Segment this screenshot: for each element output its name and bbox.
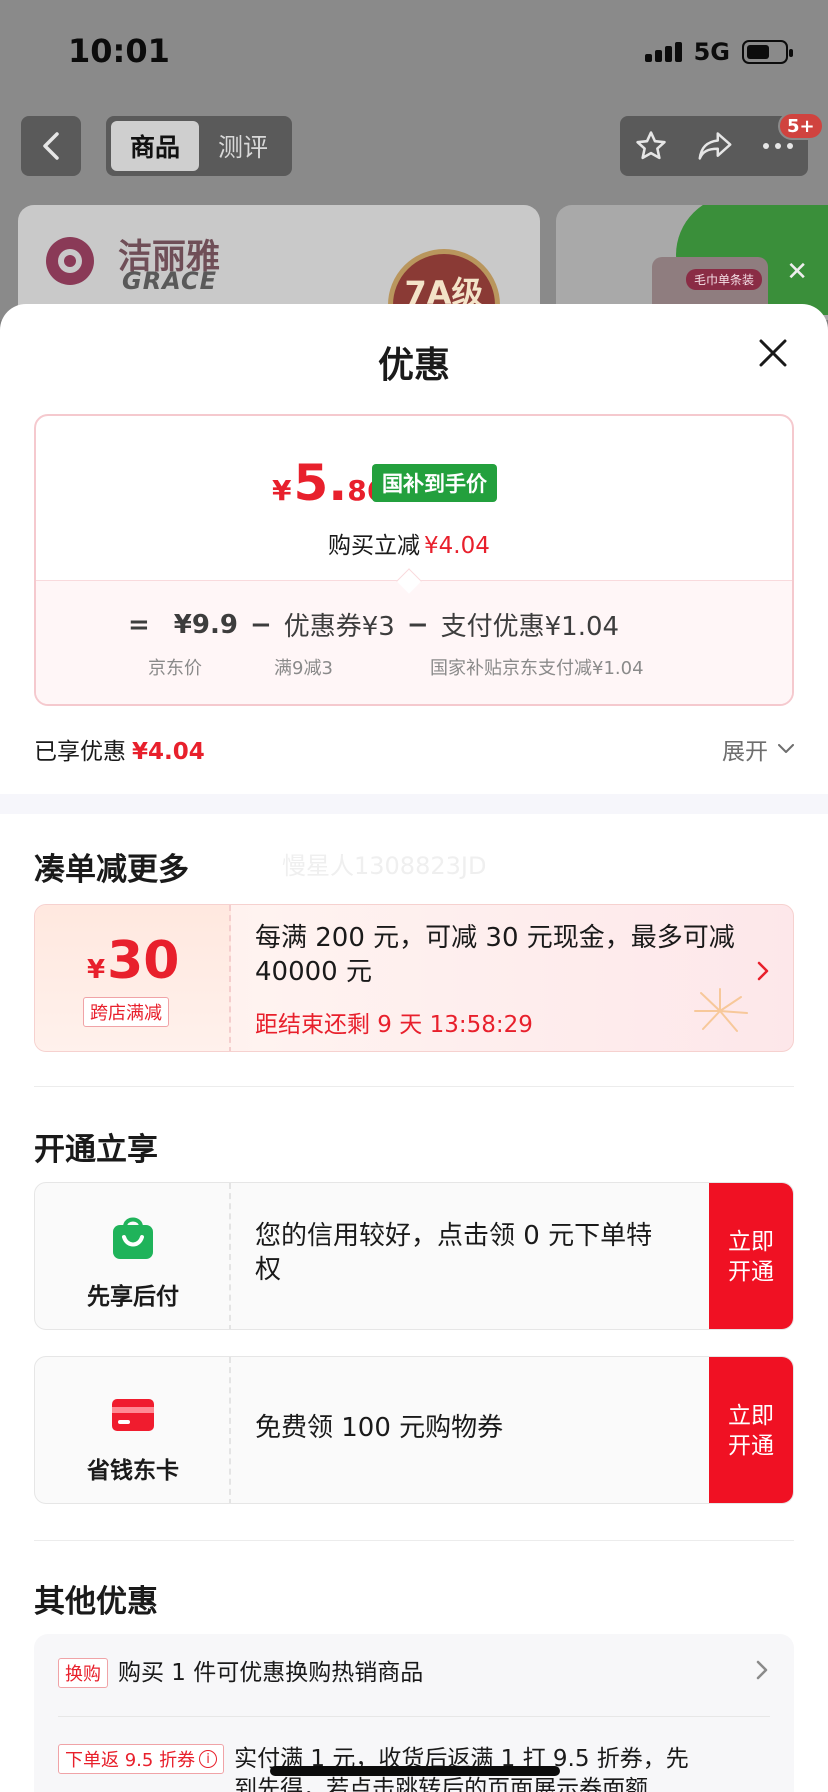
gov-subsidy-tag: 国补到手价: [372, 464, 497, 502]
offer-tag: 换购: [58, 1658, 108, 1688]
home-indicator: [270, 1766, 560, 1776]
floating-product-tag: 毛巾单条装: [686, 269, 763, 290]
coupon-value: 30: [107, 931, 180, 991]
benefit-card-pay-later[interactable]: 先享后付 您的信用较好，点击领 0 元下单特权 立即开通: [34, 1182, 794, 1330]
product-banner: 洁丽雅 GRACE 7A级: [18, 205, 540, 320]
watermark: 慢星人1308823JD: [282, 852, 487, 880]
base-price-label: 京东价: [148, 658, 202, 679]
sparkle-decoration-icon: [694, 988, 748, 1032]
coupon-amount: ¥ 30: [87, 931, 179, 991]
enjoyed-value: ¥4.04: [132, 739, 205, 765]
status-time: 10:01: [68, 32, 170, 70]
more-icon[interactable]: [762, 142, 794, 150]
back-button[interactable]: [21, 116, 81, 176]
offer-text: 购买 1 件可优惠换购热销商品: [118, 1660, 424, 1686]
payment-discount: 支付优惠¥1.04: [440, 612, 620, 642]
activate-button[interactable]: 立即开通: [709, 1357, 793, 1503]
coupon-discount-label: 满9减3: [274, 658, 333, 679]
star-icon[interactable]: [634, 129, 668, 163]
tab-product[interactable]: 商品: [111, 121, 199, 171]
expand-button[interactable]: 展开: [722, 732, 794, 766]
signal-icon: [644, 42, 682, 62]
chevron-right-icon: [757, 961, 769, 981]
promo-banner: 毛巾单条装 ✕: [556, 205, 828, 320]
base-price: ¥9.9: [173, 609, 238, 640]
divider: [34, 1086, 794, 1087]
product-top-nav: 商品 测评 5+: [0, 112, 828, 178]
coupon-description: 每满 200 元，可减 30 元现金，最多可减 40000 元: [255, 923, 735, 987]
message-badge: 5+: [778, 112, 824, 140]
section-title-open: 开通立享: [34, 1132, 158, 1168]
benefit-description: 您的信用较好，点击领 0 元下单特权: [255, 1221, 653, 1285]
benefit-description: 免费领 100 元购物券: [255, 1413, 504, 1443]
offer-row-exchange[interactable]: 换购 购买 1 件可优惠换购热销商品: [58, 1658, 423, 1688]
info-icon[interactable]: i: [199, 1750, 218, 1768]
price-currency: ¥: [272, 474, 292, 507]
product-tabs: 商品 测评: [106, 116, 292, 176]
offer-tag-label: 下单返 9.5 折券: [65, 1750, 196, 1771]
benefit-name: 先享后付: [87, 1284, 179, 1310]
tab-review[interactable]: 测评: [199, 121, 287, 171]
price-calculation: = ¥9.9 − 优惠券¥3 − 支付优惠¥1.04: [128, 606, 619, 643]
divider: [34, 1540, 794, 1541]
discount-sheet: 优惠 ¥ 5. 86 国补到手价 购买立减 ¥4.04 = ¥9.9 − 优惠券¥…: [0, 304, 828, 1792]
reduce-line: 购买立减 ¥4.04: [328, 526, 490, 560]
status-bar: 10:01 5G: [0, 0, 828, 100]
floating-close-icon[interactable]: ✕: [786, 257, 808, 287]
reduce-label: 购买立减: [328, 533, 420, 559]
final-price: ¥ 5. 86: [272, 454, 386, 512]
enjoyed-discount: 已享优惠 ¥4.04: [34, 732, 205, 766]
shopping-bag-icon: [113, 1217, 153, 1259]
background-page: 10:01 5G 商品 测评 5+ 洁丽雅 GRACE 7A级 毛巾单条装 ✕: [0, 0, 828, 320]
section-title-other: 其他优惠: [34, 1584, 158, 1620]
equals-sign: =: [128, 609, 150, 640]
minus-sign: −: [406, 609, 429, 640]
payment-discount-label: 国家补贴京东支付减¥1.04: [430, 658, 644, 679]
section-title-more: 凑单减更多: [34, 852, 189, 888]
offer-tag: 下单返 9.5 折券 i: [58, 1744, 225, 1774]
close-icon[interactable]: [756, 336, 790, 370]
battery-icon: [742, 40, 793, 64]
coupon-type-tag: 跨店满减: [83, 997, 169, 1027]
enjoyed-label: 已享优惠: [34, 739, 126, 765]
sheet-title: 优惠: [377, 345, 450, 386]
price-breakdown: [36, 580, 792, 704]
price-integer: 5.: [293, 454, 348, 512]
activate-button[interactable]: 立即开通: [709, 1183, 793, 1329]
coupon-currency: ¥: [87, 955, 106, 985]
offer-divider: [58, 1716, 770, 1717]
chevron-right-icon[interactable]: [756, 1660, 768, 1680]
minus-sign: −: [249, 609, 272, 640]
benefit-card-savings-card[interactable]: 省钱东卡 免费领 100 元购物券 立即开通: [34, 1356, 794, 1504]
share-icon[interactable]: [697, 130, 733, 162]
benefit-name: 省钱东卡: [87, 1458, 179, 1484]
back-arrow-icon: [43, 132, 59, 160]
expand-label: 展开: [722, 739, 768, 765]
network-label: 5G: [693, 38, 730, 66]
status-icons: 5G: [644, 38, 793, 66]
brand-name-en: GRACE: [122, 267, 218, 295]
section-divider: [0, 794, 828, 814]
coupon-discount: 优惠券¥3: [283, 612, 395, 642]
card-icon: [112, 1399, 154, 1431]
price-card: ¥ 5. 86 国补到手价 购买立减 ¥4.04 = ¥9.9 − 优惠券¥3 −…: [34, 414, 794, 706]
cross-store-coupon[interactable]: ¥ 30 跨店满减 每满 200 元，可减 30 元现金，最多可减 40000 …: [34, 904, 794, 1052]
chevron-down-icon: [778, 744, 794, 753]
reduce-value: ¥4.04: [424, 533, 490, 559]
coupon-countdown: 距结束还剩 9 天 13:58:29: [255, 1012, 533, 1038]
brand-logo-icon: [46, 237, 94, 285]
